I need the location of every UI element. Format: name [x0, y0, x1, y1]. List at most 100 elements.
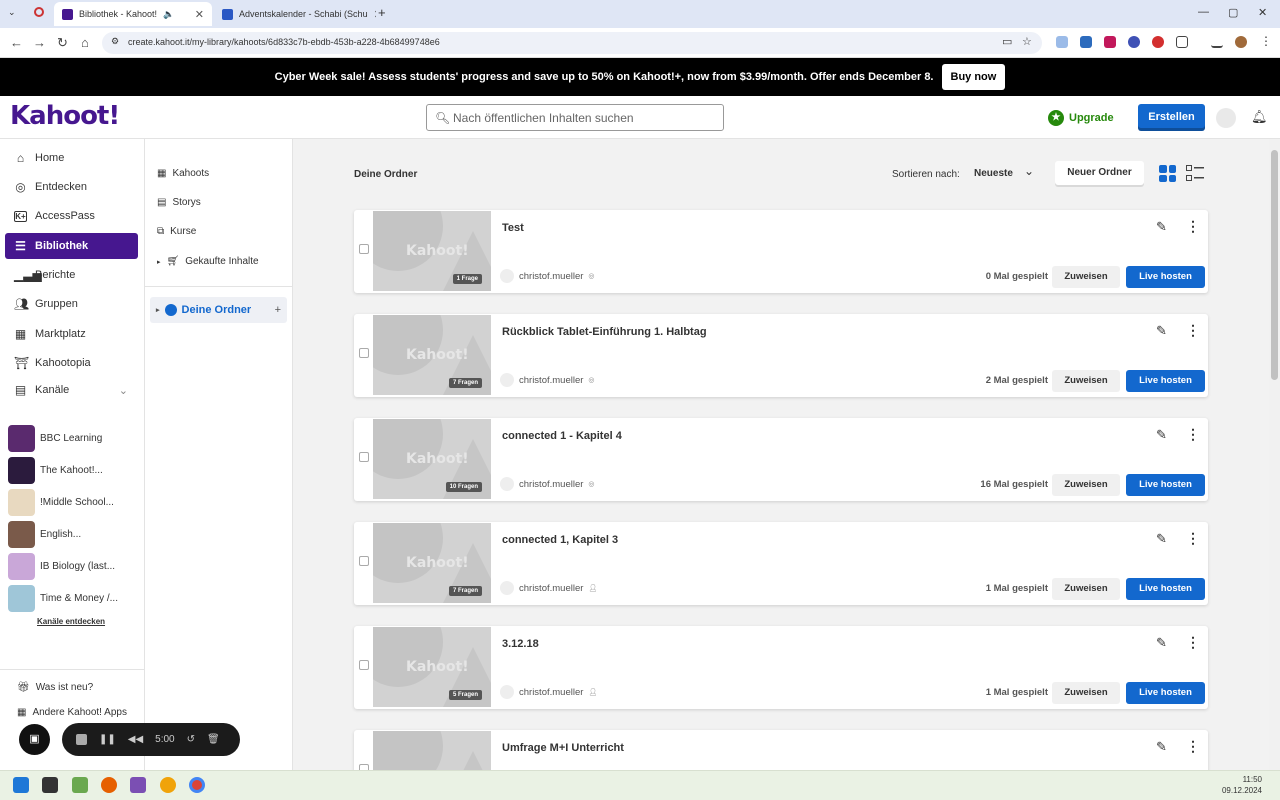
sidebar-item-accesspass[interactable]: K+ AccessPass: [5, 203, 138, 229]
host-live-button[interactable]: Live hosten: [1126, 266, 1205, 288]
bookmark-star-icon[interactable]: ☆: [1022, 35, 1032, 48]
home-browser-icon[interactable]: ⌂: [81, 35, 89, 50]
more-options-icon[interactable]: ⋮: [1186, 218, 1200, 235]
new-folder-button[interactable]: Neuer Ordner: [1055, 161, 1144, 187]
tab-bibliothek[interactable]: Bibliothek - Kahoot! 🔈 ✕: [54, 2, 212, 26]
scrollbar-thumb[interactable]: [1271, 150, 1278, 380]
select-checkbox[interactable]: [359, 556, 369, 566]
library-item-gekaufte-inhalte[interactable]: ▸ 🛒︎ Gekaufte Inhalte: [157, 256, 259, 267]
sidebar-item-gruppen[interactable]: 👥︎ Gruppen: [5, 291, 138, 317]
create-button[interactable]: Erstellen: [1138, 104, 1205, 131]
kahoot-thumbnail[interactable]: [373, 731, 491, 770]
discover-channels-link[interactable]: Kanäle entdecken: [37, 617, 105, 626]
host-live-button[interactable]: Live hosten: [1126, 578, 1205, 600]
trash-icon[interactable]: 🗑︎: [207, 734, 220, 745]
kahoot-title[interactable]: Umfrage M+I Unterricht: [502, 742, 624, 754]
assign-button[interactable]: Zuweisen: [1052, 370, 1120, 392]
channel-item[interactable]: Time & Money /...: [8, 584, 138, 612]
select-checkbox[interactable]: [359, 452, 369, 462]
sidebar-item-entdecken[interactable]: ◎ Entdecken: [5, 174, 138, 200]
record-tab-icon[interactable]: [34, 7, 44, 17]
kahoot-card[interactable]: Kahoot! 5 Fragen 3.12.18 ✎ ⋮ christof.mue…: [354, 626, 1208, 709]
new-tab-plus-icon[interactable]: +: [378, 5, 386, 20]
extension-icon[interactable]: [1152, 36, 1164, 48]
tab-adventskalender[interactable]: Adventskalender - Schabi (Schu ✕: [214, 2, 376, 26]
assign-button[interactable]: Zuweisen: [1052, 266, 1120, 288]
windows-start-icon[interactable]: [13, 777, 29, 793]
firefox-icon[interactable]: [101, 777, 117, 793]
channel-item[interactable]: IB Biology (last...: [8, 552, 138, 580]
more-options-icon[interactable]: ⋮: [1186, 426, 1200, 443]
extension-icon[interactable]: [1080, 36, 1092, 48]
kahoot-card[interactable]: Kahoot! 1 Frage Test ✎ ⋮ christof.mueller…: [354, 210, 1208, 293]
channel-item[interactable]: !Middle School...: [8, 488, 138, 516]
assign-button[interactable]: Zuweisen: [1052, 474, 1120, 496]
more-options-icon[interactable]: ⋮: [1186, 738, 1200, 755]
select-checkbox[interactable]: [359, 660, 369, 670]
list-view-icon[interactable]: [1186, 165, 1204, 182]
profile-avatar-icon[interactable]: [1235, 36, 1247, 48]
extension-icon[interactable]: [1104, 36, 1116, 48]
taskbar-app-icon[interactable]: [130, 777, 146, 793]
assign-button[interactable]: Zuweisen: [1052, 682, 1120, 704]
pencil-icon[interactable]: ✎: [1156, 323, 1167, 339]
library-item-kurse[interactable]: ⧉ Kurse: [157, 226, 196, 237]
back-icon[interactable]: ←: [10, 35, 23, 50]
host-live-button[interactable]: Live hosten: [1126, 370, 1205, 392]
user-avatar[interactable]: [1216, 108, 1236, 128]
kahoot-thumbnail[interactable]: Kahoot! 1 Frage: [373, 211, 491, 291]
tab-list-chevron-icon[interactable]: ⌄: [8, 7, 16, 18]
kahoot-thumbnail[interactable]: Kahoot! 5 Fragen: [373, 627, 491, 707]
taskbar-app-icon[interactable]: [160, 777, 176, 793]
kahoot-thumbnail[interactable]: Kahoot! 7 Fragen: [373, 315, 491, 395]
pencil-icon[interactable]: ✎: [1156, 635, 1167, 651]
cast-icon[interactable]: ▭: [1002, 35, 1012, 48]
kahoot-card[interactable]: Kahoot! 7 Fragen Rückblick Tablet-Einführ…: [354, 314, 1208, 397]
sort-select[interactable]: Neueste: [974, 168, 1013, 179]
kahoot-thumbnail[interactable]: Kahoot! 7 Fragen: [373, 523, 491, 603]
host-live-button[interactable]: Live hosten: [1126, 474, 1205, 496]
upgrade-button[interactable]: ★ Upgrade: [1048, 110, 1114, 126]
sidebar-item-marktplatz[interactable]: ▦ Marktplatz: [5, 321, 138, 347]
close-window-icon[interactable]: ✕: [1258, 6, 1267, 19]
buy-now-button[interactable]: Buy now: [941, 64, 1006, 90]
kahoot-card[interactable]: Umfrage M+I Unterricht ✎ ⋮: [354, 730, 1208, 770]
kahoot-logo[interactable]: Kahoot!: [10, 101, 120, 131]
forward-icon[interactable]: →: [33, 35, 46, 50]
kahoot-card[interactable]: Kahoot! 7 Fragen connected 1, Kapitel 3 ✎…: [354, 522, 1208, 605]
rewind-icon[interactable]: ◀◀: [128, 734, 143, 745]
search-box[interactable]: 🔍︎: [426, 104, 724, 131]
notifications-bell-icon[interactable]: 🔔︎: [1251, 109, 1268, 125]
whats-new-item[interactable]: 🎁︎ Was ist neu?: [17, 682, 93, 693]
stop-icon[interactable]: [76, 734, 87, 745]
library-item-kahoots[interactable]: ▦ Kahoots: [157, 168, 209, 179]
select-checkbox[interactable]: [359, 244, 369, 254]
channel-item[interactable]: The Kahoot!...: [8, 456, 138, 484]
channel-item[interactable]: English...: [8, 520, 138, 548]
taskbar-app-icon[interactable]: [72, 777, 88, 793]
kahoot-title[interactable]: Rückblick Tablet-Einführung 1. Halbtag: [502, 326, 707, 338]
sidebar-item-home[interactable]: ⌂ Home: [5, 145, 138, 171]
pencil-icon[interactable]: ✎: [1156, 531, 1167, 547]
camera-toggle-icon[interactable]: ▣: [19, 724, 50, 755]
extension-icon[interactable]: [1056, 36, 1068, 48]
other-apps-item[interactable]: ▦ Andere Kahoot! Apps: [17, 707, 127, 719]
kahoot-thumbnail[interactable]: Kahoot! 10 Fragen: [373, 419, 491, 499]
kahoot-card[interactable]: Kahoot! 10 Fragen connected 1 - Kapitel 4…: [354, 418, 1208, 501]
sidebar-item-bibliothek[interactable]: ☰ Bibliothek: [5, 233, 138, 259]
pause-icon[interactable]: ❚❚: [99, 734, 116, 745]
download-icon[interactable]: [1211, 36, 1223, 48]
more-options-icon[interactable]: ⋮: [1186, 530, 1200, 547]
kahoot-title[interactable]: 3.12.18: [502, 638, 539, 650]
restart-icon[interactable]: ↺: [187, 734, 195, 745]
kahoot-title[interactable]: Test: [502, 222, 524, 234]
more-options-icon[interactable]: ⋮: [1186, 322, 1200, 339]
sidebar-item-kanaele[interactable]: ▤ Kanäle ⌄: [5, 377, 138, 403]
sidebar-item-kahootopia[interactable]: ⛩ Kahootopia: [5, 350, 138, 376]
kahoot-title[interactable]: connected 1, Kapitel 3: [502, 534, 618, 546]
kahoot-title[interactable]: connected 1 - Kapitel 4: [502, 430, 622, 442]
chrome-icon[interactable]: [189, 777, 205, 793]
close-tab-icon[interactable]: ✕: [195, 8, 204, 21]
url-field[interactable]: ⚙ create.kahoot.it/my-library/kahoots/6d…: [102, 32, 1042, 54]
select-checkbox[interactable]: [359, 348, 369, 358]
